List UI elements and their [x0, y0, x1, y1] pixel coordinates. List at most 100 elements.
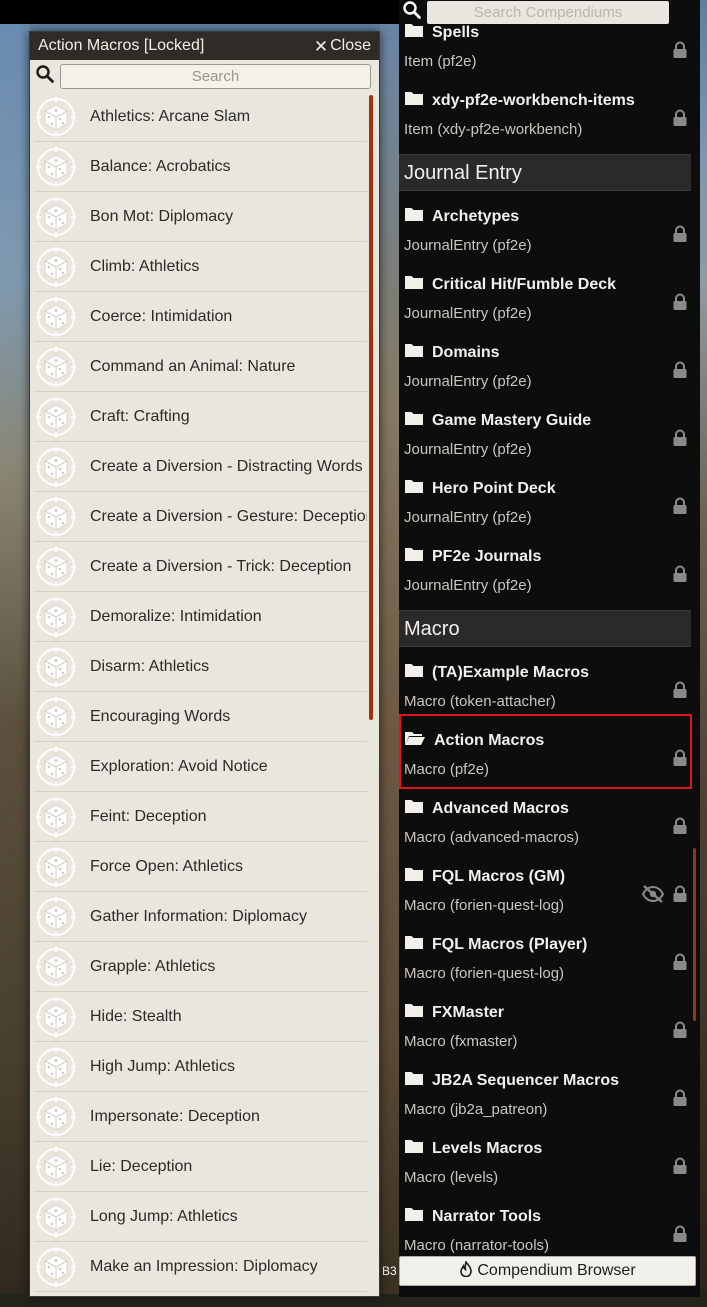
- lock-icon[interactable]: [672, 681, 688, 703]
- fire-icon: [459, 1259, 473, 1282]
- dice-icon: [34, 395, 78, 439]
- lock-icon[interactable]: [672, 1089, 688, 1111]
- macro-list-item[interactable]: Exploration: Avoid Notice: [34, 742, 367, 792]
- lock-icon[interactable]: [672, 293, 688, 315]
- macro-list-item[interactable]: Impersonate: Deception: [34, 1092, 367, 1142]
- compendium-search-input[interactable]: Search Compendiums: [427, 0, 669, 24]
- macro-list-item[interactable]: Balance: Acrobatics: [34, 142, 367, 192]
- lock-icon[interactable]: [672, 497, 688, 519]
- compendium-pack[interactable]: PF2e Journals JournalEntry (pf2e): [399, 540, 700, 608]
- macro-list-item[interactable]: Hide: Stealth: [34, 992, 367, 1042]
- compendium-pack[interactable]: Levels Macros Macro (levels): [399, 1132, 700, 1200]
- compendium-browser-button[interactable]: Compendium Browser: [399, 1256, 696, 1286]
- pack-type: Macro (levels): [404, 1169, 499, 1186]
- compendium-pack[interactable]: Action Macros Macro (pf2e): [399, 724, 700, 792]
- macro-list-item[interactable]: Make an Impression: Diplomacy: [34, 1242, 367, 1292]
- pack-name: Game Mastery Guide: [404, 410, 591, 431]
- eye-slash-icon[interactable]: [641, 885, 665, 907]
- compendium-section-header: Journal Entry: [399, 154, 691, 191]
- macro-list-item[interactable]: Long Jump: Athletics: [34, 1192, 367, 1242]
- dice-icon: [34, 645, 78, 689]
- compendium-pack[interactable]: JB2A Sequencer Macros Macro (jb2a_patreon…: [399, 1064, 700, 1132]
- dice-icon: [34, 1095, 78, 1139]
- dice-icon: [34, 545, 78, 589]
- lock-icon[interactable]: [672, 429, 688, 451]
- dice-icon: [34, 445, 78, 489]
- dice-icon: [34, 1195, 78, 1239]
- compendium-pack[interactable]: Archetypes JournalEntry (pf2e): [399, 200, 700, 268]
- pack-title: xdy-pf2e-workbench-items: [432, 91, 635, 109]
- compendium-pack[interactable]: Critical Hit/Fumble Deck JournalEntry (pf…: [399, 268, 700, 336]
- macro-list-item[interactable]: Climb: Athletics: [34, 242, 367, 292]
- search-input[interactable]: Search: [60, 63, 371, 89]
- lock-icon[interactable]: [672, 41, 688, 63]
- macro-list-item[interactable]: Create a Diversion - Distracting Words: [34, 442, 367, 492]
- lock-icon[interactable]: [672, 1021, 688, 1043]
- lock-icon[interactable]: [672, 749, 688, 771]
- dice-icon: [34, 695, 78, 739]
- compendium-pack[interactable]: Hero Point Deck JournalEntry (pf2e): [399, 472, 700, 540]
- macro-item-label: Gather Information: Diplomacy: [90, 907, 307, 925]
- macro-list-item[interactable]: Gather Information: Diplomacy: [34, 892, 367, 942]
- macro-list-item[interactable]: Craft: Crafting: [34, 392, 367, 442]
- pack-title: Spells: [432, 23, 480, 41]
- macro-item-label: Lie: Deception: [90, 1157, 193, 1175]
- macro-list: Athletics: Arcane Slam Balance: Acrobatic…: [30, 92, 379, 1292]
- window-header[interactable]: Action Macros [Locked] ✕ Close: [30, 32, 379, 60]
- pack-title: PF2e Journals: [432, 547, 542, 565]
- lock-icon[interactable]: [672, 109, 688, 131]
- close-button[interactable]: ✕ Close: [314, 37, 371, 55]
- lock-icon[interactable]: [672, 953, 688, 975]
- dice-icon: [34, 595, 78, 639]
- compendium-pack[interactable]: FXMaster Macro (fxmaster): [399, 996, 700, 1064]
- macro-list-item[interactable]: Force Open: Athletics: [34, 842, 367, 892]
- compendium-pack[interactable]: FQL Macros (GM) Macro (forien-quest-log): [399, 860, 700, 928]
- search-icon: [403, 1, 421, 23]
- compendium-pack[interactable]: FQL Macros (Player) Macro (forien-quest-l…: [399, 928, 700, 996]
- macro-list-item[interactable]: Grapple: Athletics: [34, 942, 367, 992]
- macro-list-item[interactable]: Coerce: Intimidation: [34, 292, 367, 342]
- macro-list-item[interactable]: High Jump: Athletics: [34, 1042, 367, 1092]
- compendium-pack[interactable]: Spells Item (pf2e): [399, 16, 700, 84]
- macro-list-item[interactable]: Disarm: Athletics: [34, 642, 367, 692]
- lock-icon[interactable]: [672, 361, 688, 383]
- scene-partial-text: B3: [382, 1264, 397, 1278]
- lock-icon[interactable]: [672, 565, 688, 587]
- macro-list-scrollbar[interactable]: [369, 95, 373, 720]
- pack-title: FXMaster: [432, 1003, 505, 1021]
- pack-name: Hero Point Deck: [404, 478, 556, 499]
- pack-title: Action Macros: [434, 731, 545, 749]
- macro-list-item[interactable]: Feint: Deception: [34, 792, 367, 842]
- macro-list-item[interactable]: Create a Diversion - Gesture: Deception: [34, 492, 367, 542]
- macro-list-item[interactable]: Demoralize: Intimidation: [34, 592, 367, 642]
- macro-list-item[interactable]: Command an Animal: Nature: [34, 342, 367, 392]
- compendium-pack[interactable]: Domains JournalEntry (pf2e): [399, 336, 700, 404]
- macro-list-item[interactable]: Bon Mot: Diplomacy: [34, 192, 367, 242]
- compendium-scrollbar[interactable]: [693, 848, 696, 1021]
- lock-icon[interactable]: [672, 817, 688, 839]
- compendium-pack[interactable]: Game Mastery Guide JournalEntry (pf2e): [399, 404, 700, 472]
- search-icon: [36, 65, 54, 87]
- folder-icon: [404, 662, 424, 683]
- folder-icon: [404, 410, 424, 431]
- macro-list-item[interactable]: Encouraging Words: [34, 692, 367, 742]
- compendium-pack[interactable]: Advanced Macros Macro (advanced-macros): [399, 792, 700, 860]
- lock-icon[interactable]: [672, 885, 688, 907]
- pack-name: Archetypes: [404, 206, 519, 227]
- macro-list-item[interactable]: Athletics: Arcane Slam: [34, 92, 367, 142]
- compendium-pack[interactable]: xdy-pf2e-workbench-items Item (xdy-pf2e-w…: [399, 84, 700, 152]
- dice-icon: [34, 795, 78, 839]
- macro-list-item[interactable]: Lie: Deception: [34, 1142, 367, 1192]
- compendium-pack[interactable]: (TA)Example Macros Macro (token-attacher): [399, 656, 700, 724]
- lock-icon[interactable]: [672, 1225, 688, 1247]
- dice-icon: [34, 995, 78, 1039]
- scene-middle-strip: [380, 24, 400, 1294]
- pack-name: FQL Macros (GM): [404, 866, 565, 887]
- lock-icon[interactable]: [672, 1157, 688, 1179]
- folder-open-icon: [404, 730, 426, 751]
- action-macros-window: Action Macros [Locked] ✕ Close Search At…: [29, 31, 380, 1297]
- folder-icon: [404, 478, 424, 499]
- lock-icon[interactable]: [672, 225, 688, 247]
- compendium-sidebar: Spells Item (pf2e) xdy-pf2e-workbench-item…: [399, 0, 700, 1297]
- macro-list-item[interactable]: Create a Diversion - Trick: Deception: [34, 542, 367, 592]
